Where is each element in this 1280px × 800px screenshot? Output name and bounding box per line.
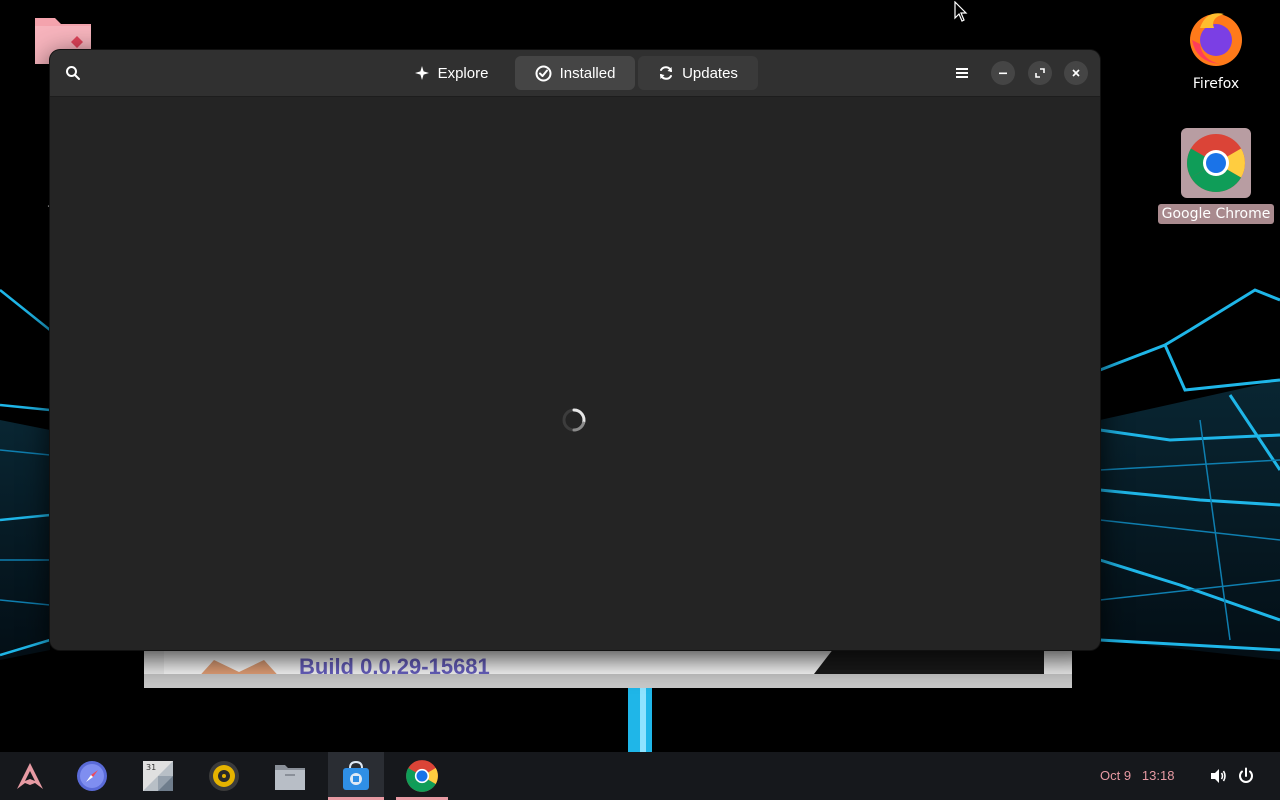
desktop-icon-label: Firefox [1192, 76, 1240, 92]
clock[interactable]: Oct 9 13:18 [1100, 768, 1174, 783]
main-menu-button[interactable] [947, 58, 977, 88]
chrome-icon [1181, 128, 1251, 198]
build-version-text: Build 0.0.29-15681 [299, 654, 490, 674]
close-icon [1072, 69, 1080, 77]
tab-label: Installed [559, 64, 616, 82]
hamburger-menu-icon [956, 68, 968, 78]
taskbar: 31 Oct 9 13:18 [0, 752, 1280, 800]
power-icon[interactable] [1236, 766, 1256, 786]
tab-label: Explore [437, 64, 489, 82]
arch-logo-icon [17, 763, 43, 789]
sparkle-icon [414, 66, 429, 80]
chrome-icon [406, 760, 438, 792]
shopping-bag-icon [343, 760, 369, 790]
minimize-button[interactable] [991, 61, 1015, 85]
search-button[interactable] [58, 58, 88, 88]
background-window-content: Build 0.0.29-15681 [164, 648, 1044, 674]
spinner-icon [562, 408, 586, 432]
taskbar-calendar[interactable]: 31 [130, 752, 186, 800]
dark-banner [814, 648, 1044, 674]
firefox-icon [1190, 13, 1242, 66]
logo-icon [201, 660, 277, 674]
maximize-icon [1035, 68, 1045, 78]
minimize-icon [999, 72, 1007, 75]
taskbar-google-chrome[interactable] [394, 752, 450, 800]
maximize-button[interactable] [1028, 61, 1052, 85]
taskbar-music-player[interactable] [196, 752, 252, 800]
desktop-icon-chrome[interactable]: Google Chrome [1157, 128, 1275, 224]
taskbar-app-launcher[interactable] [2, 752, 58, 800]
search-icon [66, 66, 80, 80]
desktop-icon-firefox[interactable]: Firefox [1161, 8, 1271, 94]
headerbar: Explore Installed Updates [50, 50, 1100, 97]
tab-installed[interactable]: Installed [515, 56, 635, 90]
refresh-icon [660, 66, 673, 80]
tab-label: Updates [682, 64, 738, 82]
tab-updates[interactable]: Updates [638, 56, 758, 90]
mouse-cursor [954, 1, 968, 22]
calendar-badge: 31 [146, 763, 156, 772]
speaker-icon [209, 761, 239, 791]
main-content-area [50, 97, 1100, 650]
folder-icon [275, 765, 305, 790]
taskbar-web-browser[interactable] [64, 752, 120, 800]
taskbar-files[interactable] [262, 752, 318, 800]
check-circle-icon [535, 65, 552, 81]
background-window[interactable]: Build 0.0.29-15681 [144, 648, 1072, 688]
tab-explore[interactable]: Explore [396, 56, 506, 90]
horizontal-scrollbar[interactable] [144, 674, 1072, 688]
volume-icon[interactable] [1208, 766, 1228, 786]
software-window: Explore Installed Updates [50, 50, 1100, 650]
clock-time: 13:18 [1141, 768, 1175, 783]
calendar-icon: 31 [143, 761, 173, 791]
desktop-icon-label: Google Chrome [1157, 204, 1275, 224]
taskbar-software-center[interactable] [328, 752, 384, 800]
close-button[interactable] [1064, 61, 1088, 85]
clock-date: Oct 9 [1100, 768, 1132, 783]
compass-icon [77, 761, 107, 791]
